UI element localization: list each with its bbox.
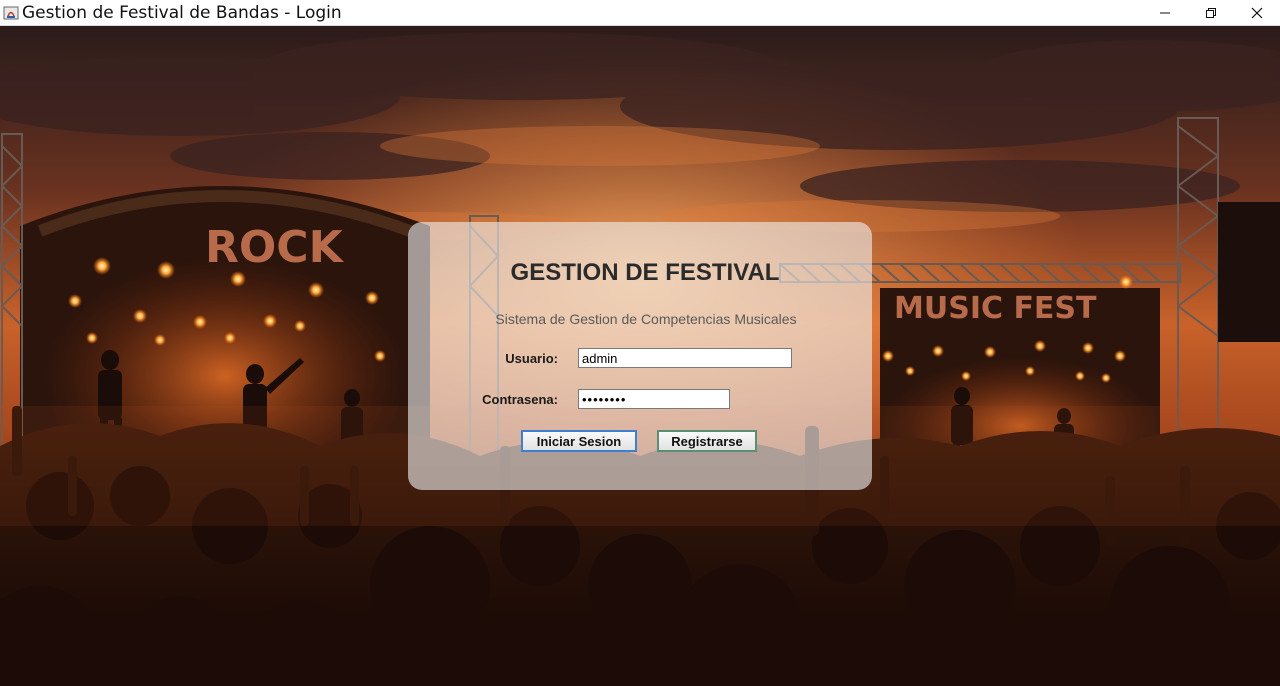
password-field[interactable]	[578, 389, 730, 409]
register-button[interactable]: Registrarse	[657, 430, 757, 452]
login-button[interactable]: Iniciar Sesion	[521, 430, 637, 452]
minimize-button[interactable]	[1142, 0, 1188, 26]
password-label: Contrasena:	[482, 392, 558, 407]
username-label: Usuario:	[505, 351, 558, 366]
rock-stage-sign: ROCK	[205, 222, 345, 273]
app-heading: GESTION DE FESTIVAL	[510, 259, 780, 286]
music-fest-stage-sign: MUSIC FEST	[894, 291, 1097, 326]
minimize-icon	[1160, 12, 1170, 14]
window-title: Gestion de Festival de Bandas - Login	[22, 2, 342, 23]
username-field[interactable]	[578, 348, 792, 368]
close-button[interactable]	[1234, 0, 1280, 26]
window-title-bar: Gestion de Festival de Bandas - Login	[0, 0, 1280, 26]
restore-icon	[1206, 8, 1216, 18]
login-panel: GESTION DE FESTIVAL Sistema de Gestion d…	[408, 222, 872, 490]
restore-button[interactable]	[1188, 0, 1234, 26]
app-subtitle: Sistema de Gestion de Competencias Music…	[495, 311, 797, 327]
close-icon	[1251, 7, 1263, 19]
java-app-icon	[3, 6, 19, 19]
